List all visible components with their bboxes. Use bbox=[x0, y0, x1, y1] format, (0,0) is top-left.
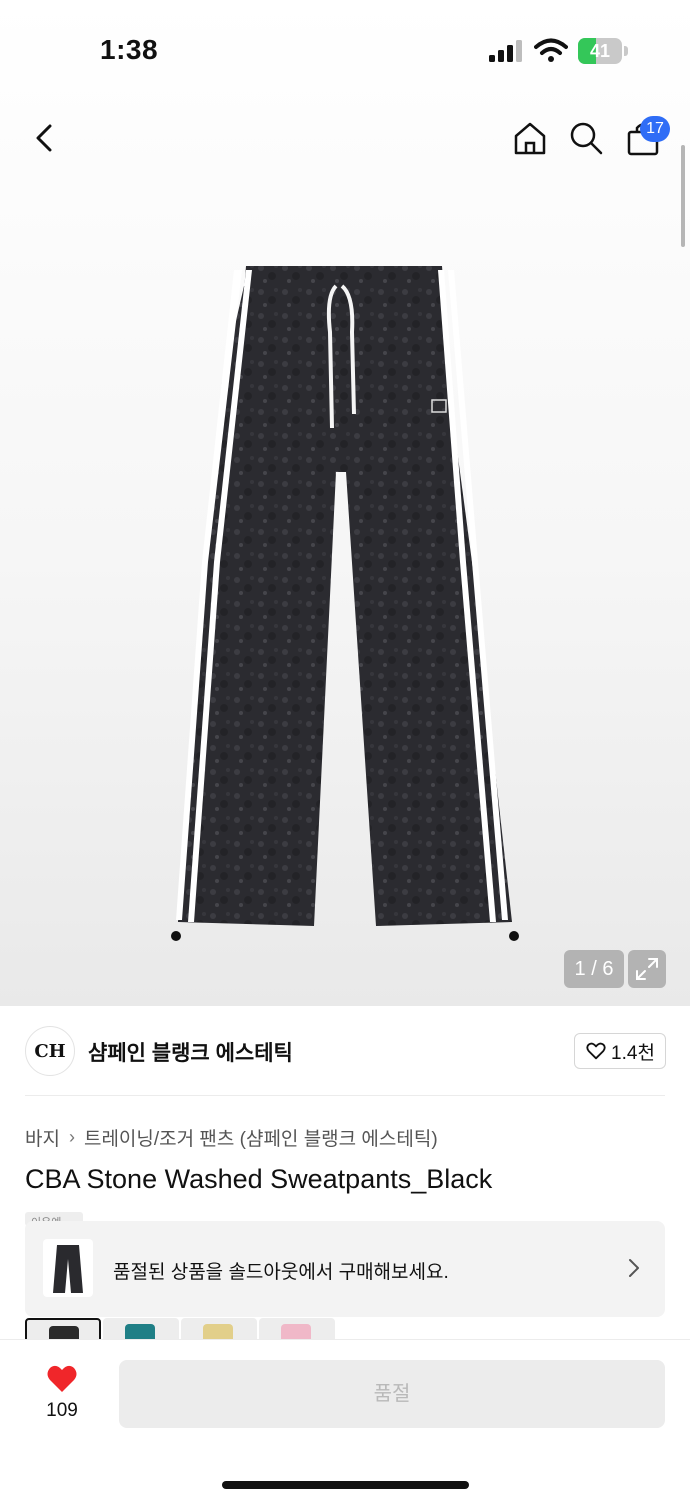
wishlist-count: 109 bbox=[46, 1400, 78, 1421]
nav-bar bbox=[0, 100, 690, 180]
cart-count-badge: 17 bbox=[640, 116, 670, 142]
color-option-thumb[interactable] bbox=[103, 1318, 179, 1340]
color-option-swatch bbox=[125, 1324, 155, 1340]
cellular-signal-icon bbox=[489, 40, 522, 62]
color-option-swatch bbox=[49, 1326, 79, 1340]
soldout-purchase-button[interactable]: 품절 bbox=[119, 1360, 665, 1428]
brand-logo: CH bbox=[25, 1026, 75, 1076]
expand-icon bbox=[636, 958, 658, 980]
color-option-thumb[interactable] bbox=[181, 1318, 257, 1340]
expand-image-button[interactable] bbox=[628, 950, 666, 988]
battery-icon: 41 bbox=[578, 38, 628, 64]
search-icon bbox=[570, 122, 603, 155]
chevron-right-icon: › bbox=[68, 1127, 75, 1147]
soldout-banner[interactable]: 품절된 상품을 솔드아웃에서 구매해보세요. bbox=[25, 1221, 665, 1317]
image-page-counter: 1 / 6 bbox=[564, 950, 624, 988]
soldout-thumbnail bbox=[43, 1239, 93, 1297]
soldout-banner-text: 품절된 상품을 솔드아웃에서 구매해보세요. bbox=[113, 1262, 449, 1283]
heart-filled-icon bbox=[47, 1365, 77, 1392]
heart-outline-icon bbox=[586, 1042, 606, 1060]
battery-level: 41 bbox=[589, 41, 611, 61]
home-icon bbox=[514, 122, 546, 155]
chevron-right-icon bbox=[629, 1259, 639, 1277]
brand-name[interactable]: 샴페인 블랭크 에스테틱 bbox=[88, 1037, 293, 1067]
divider bbox=[25, 1095, 665, 1096]
back-button[interactable] bbox=[22, 116, 66, 160]
search-button[interactable] bbox=[564, 116, 608, 160]
scroll-indicator[interactable] bbox=[681, 145, 685, 247]
product-title: CBA Stone Washed Sweatpants_Black bbox=[25, 1164, 493, 1194]
bottom-action-bar: 109 품절 bbox=[0, 1339, 690, 1500]
breadcrumb: 바지 › 트레이닝/조거 팬츠 (샴페인 블랭크 에스테틱) bbox=[25, 1124, 438, 1151]
wifi-icon bbox=[534, 38, 568, 62]
color-option-thumb[interactable] bbox=[25, 1318, 101, 1340]
product-image bbox=[171, 266, 519, 941]
breadcrumb-category[interactable]: 바지 bbox=[25, 1124, 60, 1151]
status-bar: 1:38 41 bbox=[0, 0, 690, 100]
home-indicator bbox=[222, 1481, 469, 1489]
status-time: 1:38 bbox=[100, 34, 159, 65]
color-option-thumb[interactable] bbox=[259, 1318, 335, 1340]
brand-like-count: 1.4천 bbox=[611, 1042, 655, 1064]
brand-like-button[interactable]: 1.4천 bbox=[574, 1033, 666, 1069]
color-option-swatch bbox=[281, 1324, 311, 1340]
chevron-left-icon bbox=[36, 124, 52, 152]
breadcrumb-subcategory[interactable]: 트레이닝/조거 팬츠 (샴페인 블랭크 에스테틱) bbox=[84, 1124, 438, 1151]
color-option-swatch bbox=[203, 1324, 233, 1340]
color-options bbox=[25, 1318, 665, 1340]
brand-row[interactable]: CH 샴페인 블랭크 에스테틱 1.4천 bbox=[0, 1006, 690, 1096]
wishlist-button[interactable]: 109 bbox=[24, 1362, 100, 1432]
home-button[interactable] bbox=[508, 116, 552, 160]
